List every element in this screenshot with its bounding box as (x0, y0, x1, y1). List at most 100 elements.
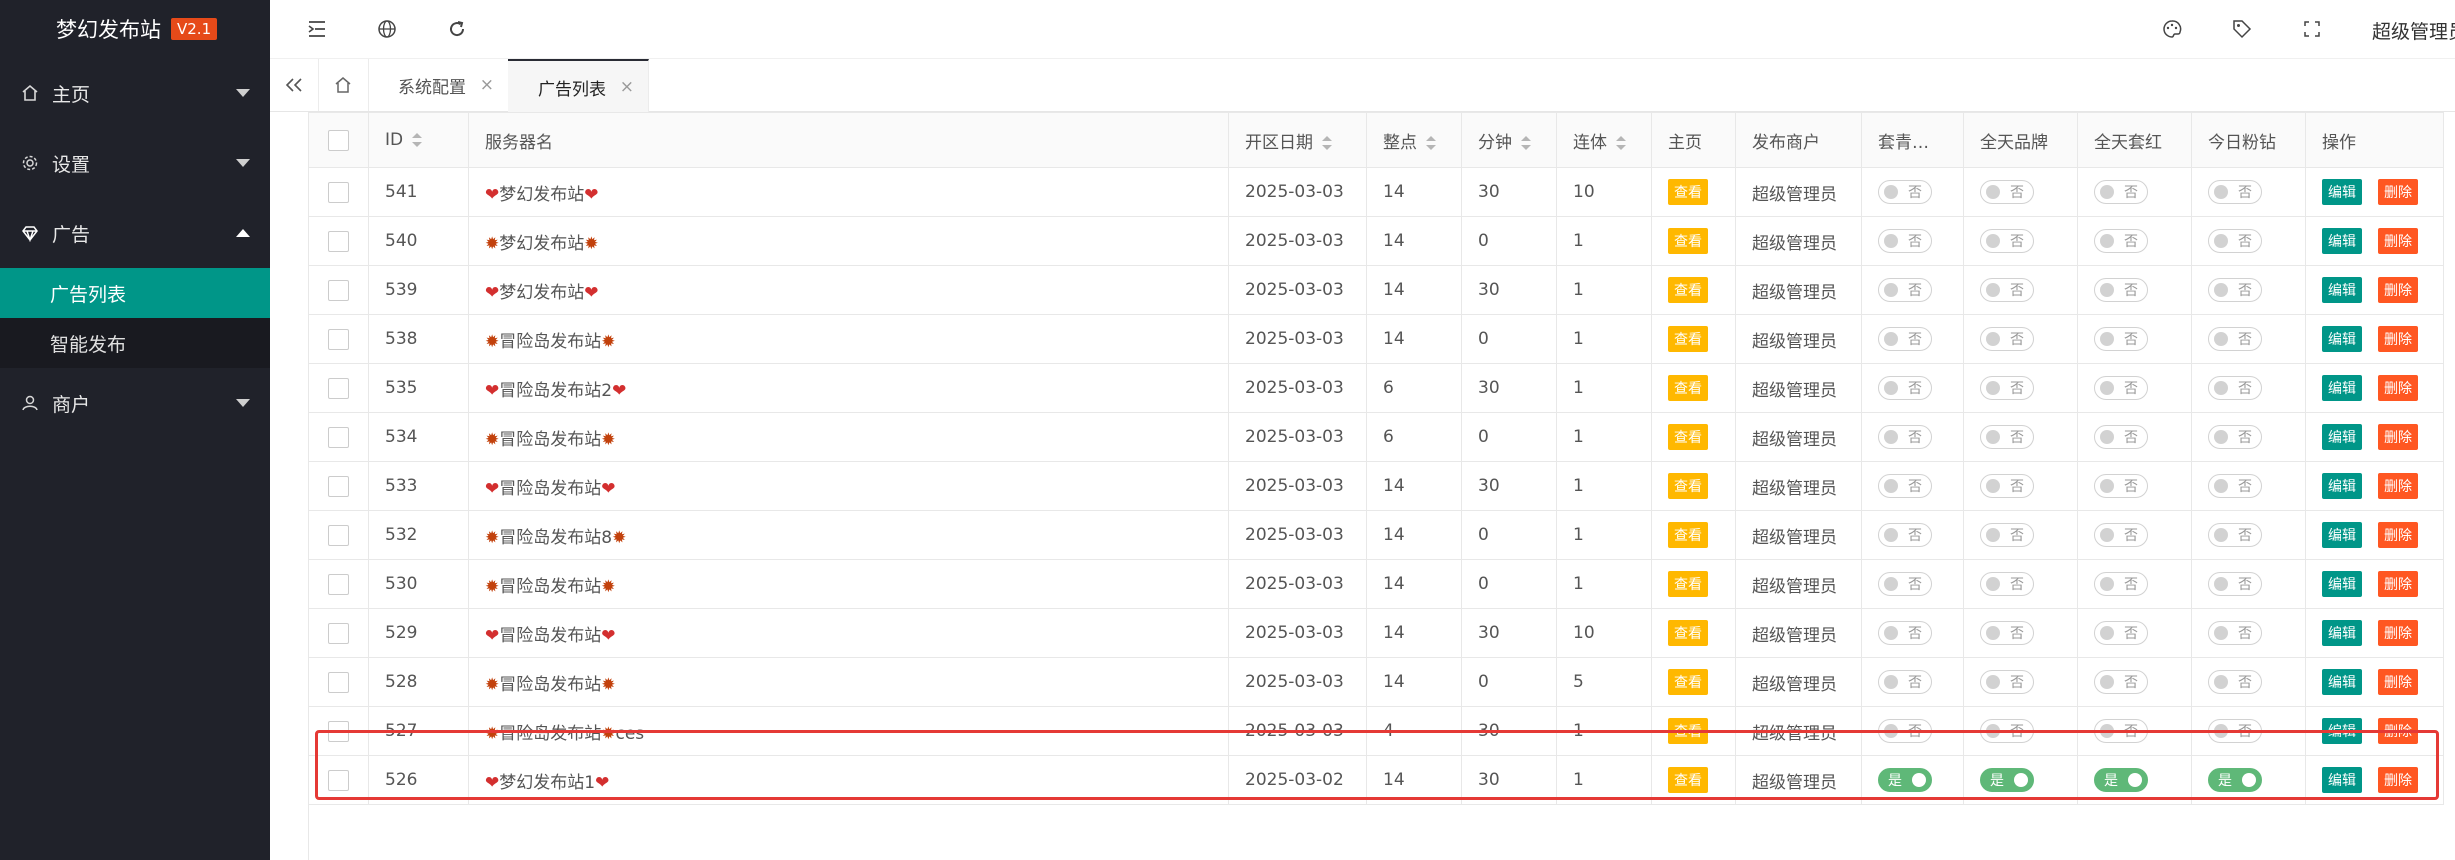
toggle-switch[interactable]: 否 (2094, 719, 2148, 743)
view-button[interactable]: 查看 (1668, 277, 1708, 303)
toggle-switch[interactable]: 否 (1878, 425, 1932, 449)
checkbox[interactable] (328, 230, 349, 252)
delete-button[interactable]: 删除 (2378, 424, 2418, 450)
sidebar-item-ad-list[interactable]: 广告列表 (0, 268, 270, 318)
toggle-switch[interactable]: 否 (2094, 572, 2148, 596)
checkbox[interactable] (328, 129, 349, 151)
toggle-switch[interactable]: 是 (2208, 768, 2262, 792)
checkbox[interactable] (328, 181, 349, 203)
view-button[interactable]: 查看 (1668, 669, 1708, 695)
toggle-switch[interactable]: 否 (2208, 180, 2262, 204)
home-tab-icon[interactable] (318, 59, 369, 111)
toggle-switch[interactable]: 否 (1980, 474, 2034, 498)
edit-button[interactable]: 编辑 (2322, 228, 2362, 254)
nav-item-merchants[interactable]: 商户 (0, 368, 270, 438)
toggle-switch[interactable]: 否 (1878, 572, 1932, 596)
delete-button[interactable]: 删除 (2378, 473, 2418, 499)
toggle-switch[interactable]: 否 (2094, 278, 2148, 302)
toggle-switch[interactable]: 否 (1980, 425, 2034, 449)
toggle-switch[interactable]: 否 (2208, 670, 2262, 694)
toggle-switch[interactable]: 否 (2208, 572, 2262, 596)
sort-icon[interactable] (1426, 135, 1436, 150)
row-select[interactable] (308, 608, 369, 658)
toggle-switch[interactable]: 否 (1878, 278, 1932, 302)
refresh-icon[interactable] (445, 17, 469, 41)
view-button[interactable]: 查看 (1668, 179, 1708, 205)
nav-item-settings[interactable]: 设置 (0, 128, 270, 198)
toggle-switch[interactable]: 否 (1980, 327, 2034, 351)
sidebar-item-smart-publish[interactable]: 智能发布 (0, 318, 270, 368)
col-header-id[interactable]: ID (368, 112, 469, 168)
toggle-switch[interactable]: 否 (2208, 523, 2262, 547)
toggle-switch[interactable]: 否 (2094, 425, 2148, 449)
row-select[interactable] (308, 314, 369, 364)
toggle-switch[interactable]: 否 (1980, 719, 2034, 743)
view-button[interactable]: 查看 (1668, 522, 1708, 548)
checkbox[interactable] (328, 622, 349, 644)
sort-icon[interactable] (1521, 135, 1531, 150)
row-select[interactable] (308, 657, 369, 707)
close-icon[interactable]: × (480, 75, 494, 95)
row-select[interactable] (308, 265, 369, 315)
header-select-all[interactable] (308, 112, 369, 168)
col-header-open-date[interactable]: 开区日期 (1228, 112, 1367, 168)
sort-icon[interactable] (1616, 135, 1626, 150)
edit-button[interactable]: 编辑 (2322, 571, 2362, 597)
tag-icon[interactable] (2230, 17, 2254, 41)
toggle-switch[interactable]: 否 (2208, 474, 2262, 498)
edit-button[interactable]: 编辑 (2322, 718, 2362, 744)
delete-button[interactable]: 删除 (2378, 326, 2418, 352)
toggle-switch[interactable]: 否 (1878, 670, 1932, 694)
tab-system-config[interactable]: 系统配置 × (368, 59, 509, 111)
delete-button[interactable]: 删除 (2378, 571, 2418, 597)
toggle-switch[interactable]: 否 (1980, 180, 2034, 204)
delete-button[interactable]: 删除 (2378, 718, 2418, 744)
menu-fold-icon[interactable] (305, 17, 329, 41)
toggle-switch[interactable]: 是 (1878, 768, 1932, 792)
toggle-switch[interactable]: 否 (2208, 278, 2262, 302)
delete-button[interactable]: 删除 (2378, 179, 2418, 205)
view-button[interactable]: 查看 (1668, 571, 1708, 597)
delete-button[interactable]: 删除 (2378, 767, 2418, 793)
checkbox[interactable] (328, 377, 349, 399)
toggle-switch[interactable]: 否 (2208, 229, 2262, 253)
nav-item-ads[interactable]: 广告 (0, 198, 270, 268)
toggle-switch[interactable]: 否 (2208, 719, 2262, 743)
edit-button[interactable]: 编辑 (2322, 326, 2362, 352)
toggle-switch[interactable]: 否 (2208, 327, 2262, 351)
toggle-switch[interactable]: 否 (2094, 474, 2148, 498)
edit-button[interactable]: 编辑 (2322, 179, 2362, 205)
edit-button[interactable]: 编辑 (2322, 473, 2362, 499)
toggle-switch[interactable]: 否 (1878, 327, 1932, 351)
checkbox[interactable] (328, 671, 349, 693)
nav-item-home[interactable]: 主页 (0, 58, 270, 128)
row-select[interactable] (308, 559, 369, 609)
view-button[interactable]: 查看 (1668, 718, 1708, 744)
checkbox[interactable] (328, 769, 349, 791)
toggle-switch[interactable]: 否 (1878, 719, 1932, 743)
row-select[interactable] (308, 706, 369, 756)
view-button[interactable]: 查看 (1668, 620, 1708, 646)
row-select[interactable] (308, 216, 369, 266)
edit-button[interactable]: 编辑 (2322, 620, 2362, 646)
tab-ad-list[interactable]: 广告列表 × (508, 59, 649, 113)
edit-button[interactable]: 编辑 (2322, 424, 2362, 450)
row-select[interactable] (308, 510, 369, 560)
view-button[interactable]: 查看 (1668, 767, 1708, 793)
sort-icon[interactable] (1322, 135, 1332, 150)
edit-button[interactable]: 编辑 (2322, 767, 2362, 793)
toggle-switch[interactable]: 否 (2094, 621, 2148, 645)
toggle-switch[interactable]: 否 (1980, 229, 2034, 253)
app-logo[interactable]: 梦幻发布站 V2.1 (0, 0, 270, 58)
toggle-switch[interactable]: 否 (1980, 621, 2034, 645)
globe-icon[interactable] (375, 17, 399, 41)
toggle-switch[interactable]: 否 (1878, 474, 1932, 498)
delete-button[interactable]: 删除 (2378, 228, 2418, 254)
close-icon[interactable]: × (620, 77, 634, 97)
toggle-switch[interactable]: 否 (2208, 376, 2262, 400)
sort-icon[interactable] (412, 133, 423, 147)
toggle-switch[interactable]: 否 (1878, 229, 1932, 253)
row-select[interactable] (308, 755, 369, 805)
toggle-switch[interactable]: 否 (1878, 523, 1932, 547)
toggle-switch[interactable]: 否 (1878, 180, 1932, 204)
